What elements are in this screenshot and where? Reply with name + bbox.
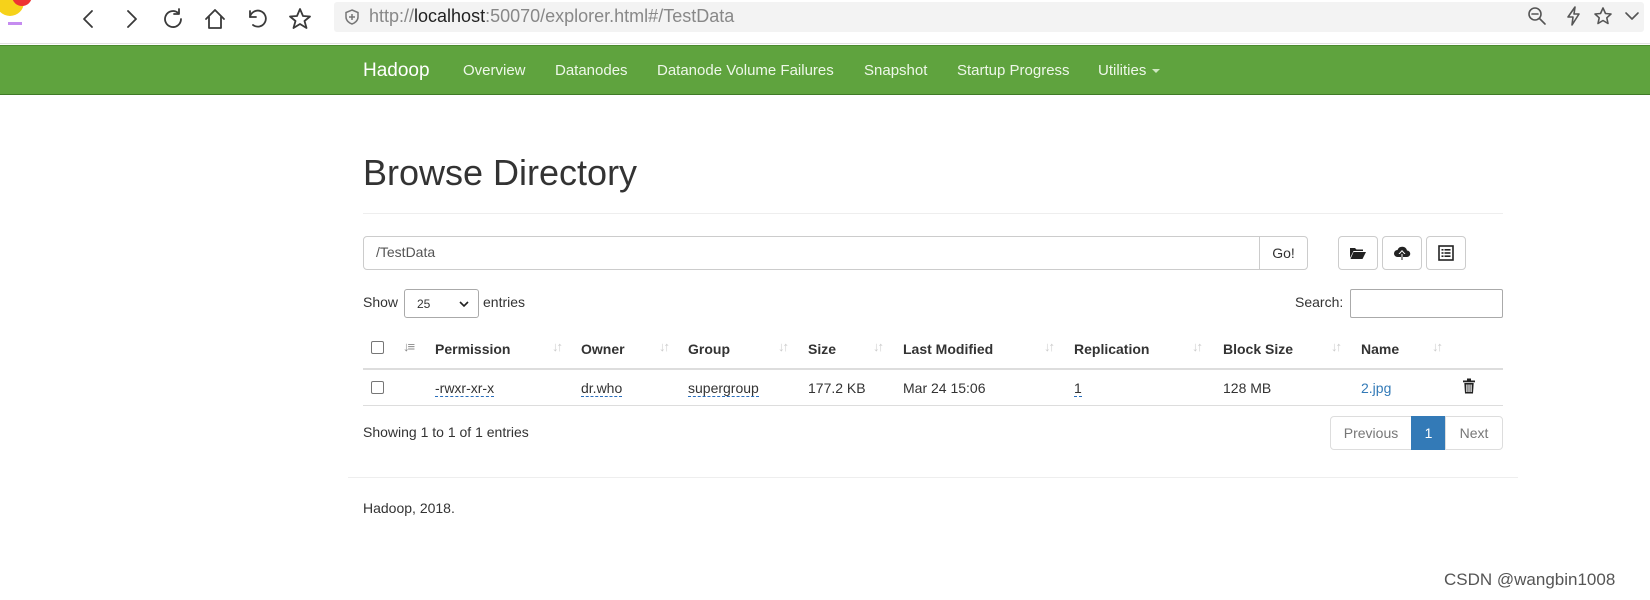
sort-asc-icon[interactable]: ↓≡ [403, 339, 415, 354]
row-size: 177.2 KB [808, 380, 866, 396]
nav-startup-progress[interactable]: Startup Progress [957, 62, 1070, 79]
home-icon[interactable] [200, 4, 230, 34]
previous-page-button[interactable]: Previous [1330, 416, 1412, 450]
row-block-size: 128 MB [1223, 380, 1272, 396]
directory-path-input[interactable]: /TestData [363, 236, 1260, 270]
select-all-checkbox[interactable] [371, 341, 384, 354]
header-size[interactable]: Size [808, 341, 836, 357]
address-bar[interactable]: http://localhost:50070/explorer.html#/Te… [334, 2, 1644, 32]
sort-icon[interactable]: ↓↑ [1192, 339, 1203, 354]
sort-icon[interactable]: ↓↑ [659, 339, 670, 354]
go-button[interactable]: Go! [1259, 236, 1308, 270]
nav-snapshot[interactable]: Snapshot [864, 62, 927, 79]
header-replication[interactable]: Replication [1074, 341, 1149, 357]
sort-icon[interactable]: ↓↑ [873, 339, 884, 354]
caret-down-icon [1152, 69, 1161, 74]
nav-datanodes[interactable]: Datanodes [555, 62, 628, 79]
sort-icon[interactable]: ↓↑ [778, 339, 789, 354]
next-page-button[interactable]: Next [1445, 416, 1503, 450]
row-name-link[interactable]: 2.jpg [1361, 380, 1391, 396]
url-host: localhost [414, 6, 486, 26]
url-text[interactable]: http://localhost:50070/explorer.html#/Te… [369, 6, 734, 27]
chevron-down-icon[interactable] [1622, 6, 1646, 30]
row-checkbox[interactable] [371, 381, 384, 394]
header-group[interactable]: Group [688, 341, 730, 357]
nav-overview[interactable]: Overview [463, 62, 526, 79]
sort-icon[interactable]: ↓↑ [1331, 339, 1342, 354]
back-icon[interactable] [74, 4, 104, 34]
reload-icon[interactable] [158, 4, 188, 34]
sort-icon[interactable]: ↓↑ [1044, 339, 1055, 354]
cut-paste-button[interactable] [1426, 236, 1466, 270]
forward-icon[interactable] [116, 4, 146, 34]
current-page-button[interactable]: 1 [1411, 416, 1446, 450]
row-last-modified: Mar 24 15:06 [903, 380, 986, 396]
browser-logo-icon [0, 0, 32, 25]
create-directory-button[interactable] [1338, 236, 1378, 270]
nav-utilities-label: Utilities [1098, 62, 1147, 79]
header-owner[interactable]: Owner [581, 341, 625, 357]
divider [363, 213, 1503, 214]
nav-volume-failures[interactable]: Datanode Volume Failures [657, 62, 834, 79]
watermark: CSDN @wangbin1008 [1444, 570, 1616, 589]
row-replication[interactable]: 1 [1074, 380, 1082, 397]
footer-divider [348, 477, 1518, 478]
footer-text: Hadoop, 2018. [363, 500, 455, 516]
sort-icon[interactable]: ↓↑ [552, 339, 563, 354]
site-info-icon[interactable] [344, 9, 360, 25]
url-prefix: http:// [369, 6, 415, 26]
search-label: Search: [1295, 294, 1344, 310]
header-block-size[interactable]: Block Size [1223, 341, 1293, 357]
show-label: Show [363, 294, 399, 310]
cloud-upload-icon [1394, 246, 1411, 260]
url-path: :50070/explorer.html#/TestData [485, 6, 735, 26]
page-length-select[interactable]: 25 [404, 289, 479, 318]
search-input[interactable] [1350, 289, 1503, 318]
list-alt-icon [1438, 245, 1454, 261]
browser-toolbar: http://localhost:50070/explorer.html#/Te… [0, 0, 1650, 44]
page-length-value: 25 [417, 297, 431, 311]
lightning-icon[interactable] [1564, 6, 1588, 30]
row-owner[interactable]: dr.who [581, 380, 623, 397]
trash-icon[interactable] [1462, 378, 1476, 394]
top-navbar: Hadoop Overview Datanodes Datanode Volum… [0, 45, 1650, 95]
table-info: Showing 1 to 1 of 1 entries [363, 424, 529, 440]
row-group[interactable]: supergroup [688, 380, 759, 397]
table-row-divider [363, 405, 1503, 406]
chevron-down-icon [459, 301, 469, 308]
nav-utilities[interactable]: Utilities [1098, 62, 1161, 79]
upload-button[interactable] [1382, 236, 1422, 270]
header-permission[interactable]: Permission [435, 341, 510, 357]
sort-icon[interactable]: ↓↑ [1432, 339, 1443, 354]
folder-open-icon [1350, 248, 1366, 259]
table-header-divider [363, 368, 1503, 370]
zoom-icon[interactable] [1527, 6, 1551, 30]
brand-link[interactable]: Hadoop [363, 60, 430, 82]
favorite-star-icon[interactable] [1593, 6, 1617, 30]
bookmark-star-icon[interactable] [285, 4, 315, 34]
page-title: Browse Directory [363, 152, 638, 193]
header-name[interactable]: Name [1361, 341, 1399, 357]
row-permission[interactable]: -rwxr-xr-x [435, 380, 495, 397]
entries-label: entries [483, 294, 526, 310]
header-last-modified[interactable]: Last Modified [903, 341, 993, 357]
undo-icon[interactable] [243, 4, 273, 34]
